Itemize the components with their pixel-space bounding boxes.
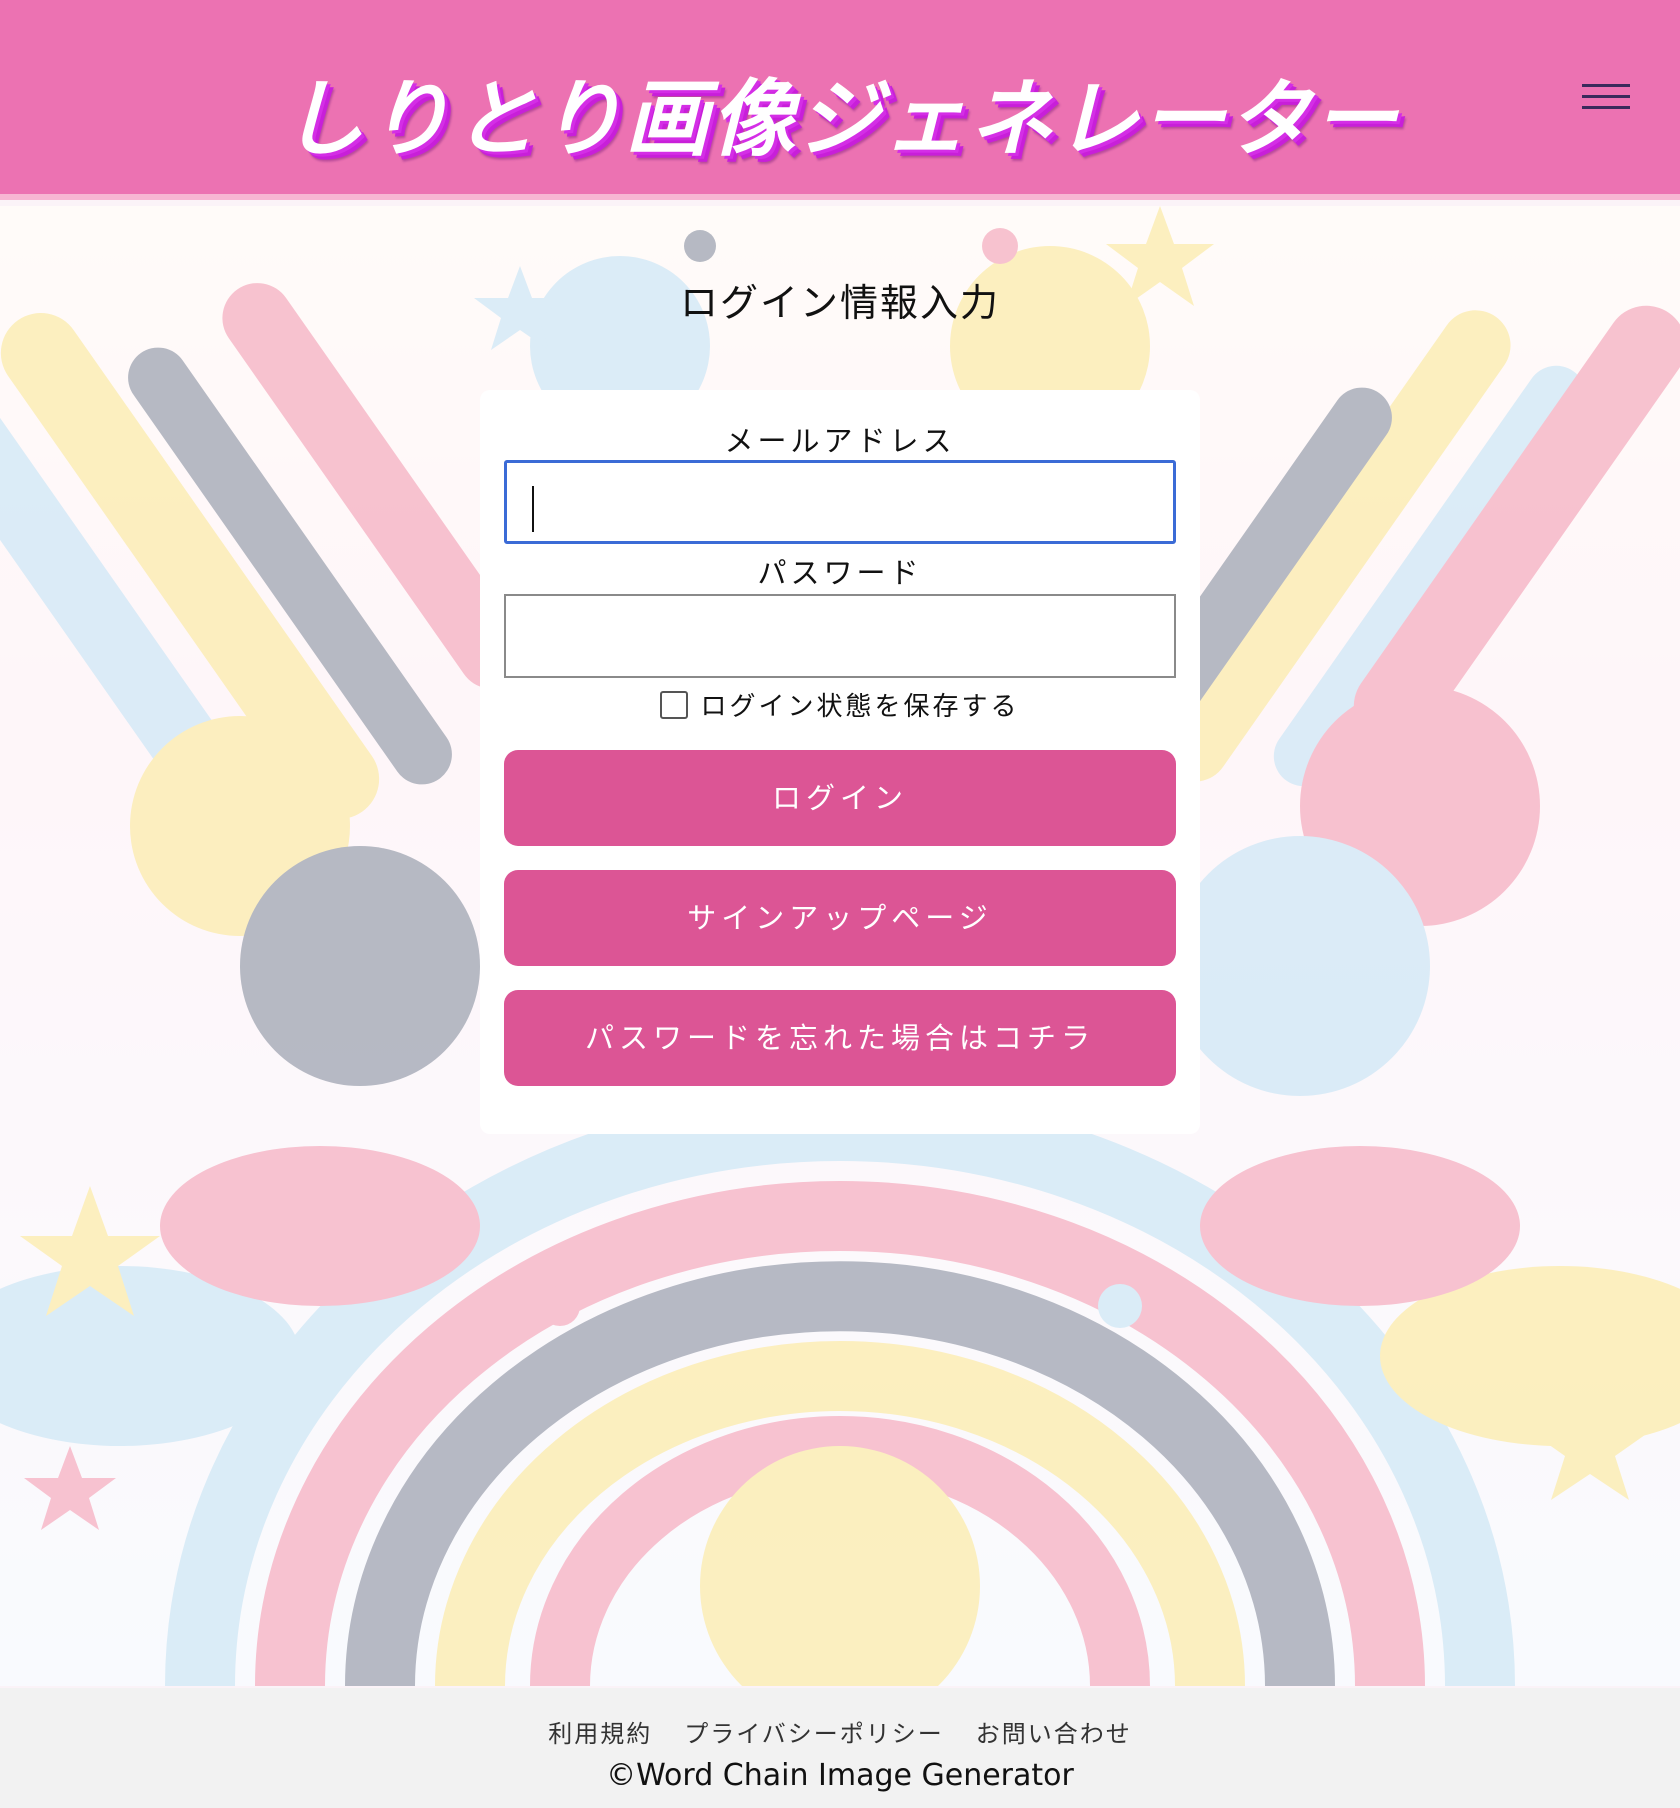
password-label: パスワード [757, 556, 923, 590]
menu-bar [1582, 84, 1630, 87]
forgot-password-button[interactable]: パスワードを忘れた場合はコチラ [504, 990, 1176, 1086]
password-field[interactable] [504, 594, 1176, 678]
email-field[interactable] [504, 460, 1176, 544]
signup-page-button[interactable]: サインアップページ [504, 870, 1176, 966]
login-button[interactable]: ログイン [504, 750, 1176, 846]
footer-link-privacy[interactable]: プライバシーポリシー [684, 1720, 944, 1748]
remember-me[interactable]: ログイン状態を保存する [480, 686, 1200, 726]
hamburger-menu-icon[interactable] [1576, 78, 1632, 118]
site-footer: 利用規約 プライバシーポリシー お問い合わせ ©Word Chain Image G… [0, 1688, 1680, 1808]
page-title: ログイン情報入力 [679, 281, 1000, 325]
login-form: メールアドレス パスワード ログイン状態を保存する ログイン サインアップページ… [480, 390, 1200, 1134]
menu-bar [1582, 95, 1630, 98]
menu-bar [1582, 106, 1630, 109]
copyright-text: ©Word Chain Image Generator [606, 1758, 1074, 1793]
remember-checkbox[interactable] [660, 690, 689, 719]
site-header: しりとり画像ジェネレーター [0, 0, 1680, 200]
site-title[interactable]: しりとり画像ジェネレーター [0, 52, 1680, 173]
email-label: メールアドレス [724, 424, 956, 458]
text-caret [532, 486, 534, 532]
remember-label[interactable]: ログイン状態を保存する [700, 686, 1019, 723]
footer-link-contact[interactable]: お問い合わせ [976, 1720, 1132, 1748]
footer-links: 利用規約 プライバシーポリシー お問い合わせ [0, 1714, 1680, 1749]
footer-link-terms[interactable]: 利用規約 [548, 1720, 652, 1748]
